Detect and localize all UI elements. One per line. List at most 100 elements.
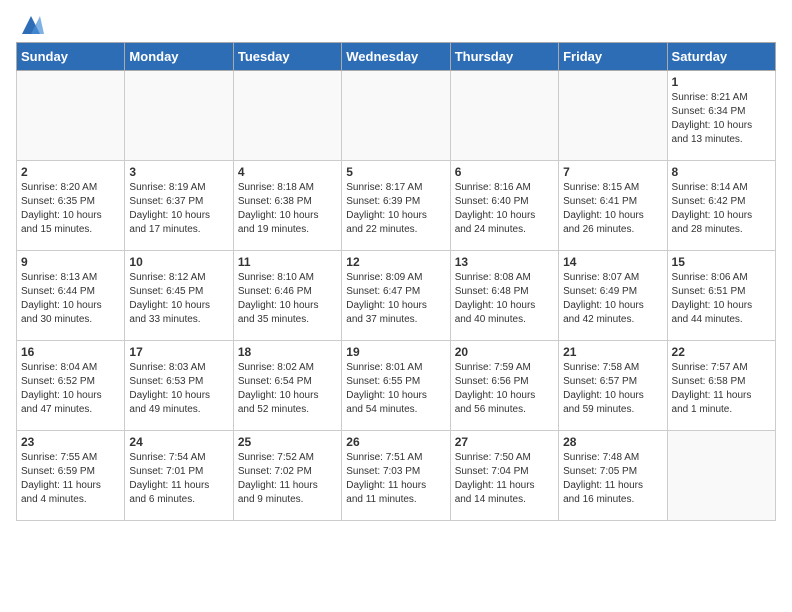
weekday-header-friday: Friday: [559, 43, 667, 71]
day-cell: 11 Sunrise: 8:10 AM Sunset: 6:46 PM Dayli…: [233, 251, 341, 341]
day-cell: [342, 71, 450, 161]
day-info: Sunrise: 8:03 AM Sunset: 6:53 PM Dayligh…: [129, 361, 228, 417]
day-cell: 8 Sunrise: 8:14 AM Sunset: 6:42 PM Daylig…: [667, 161, 775, 251]
logo: [16, 16, 44, 34]
day-cell: 19 Sunrise: 8:01 AM Sunset: 6:55 PM Dayli…: [342, 341, 450, 431]
day-info: Sunrise: 7:51 AM Sunset: 7:03 PM Dayligh…: [346, 451, 445, 507]
day-cell: 9 Sunrise: 8:13 AM Sunset: 6:44 PM Daylig…: [17, 251, 125, 341]
day-cell: [233, 71, 341, 161]
day-number: 5: [346, 165, 445, 179]
weekday-header-monday: Monday: [125, 43, 233, 71]
day-number: 17: [129, 345, 228, 359]
logo-icon: [18, 16, 44, 34]
day-number: 12: [346, 255, 445, 269]
day-cell: 21 Sunrise: 7:58 AM Sunset: 6:57 PM Dayli…: [559, 341, 667, 431]
day-number: 25: [238, 435, 337, 449]
day-cell: 15 Sunrise: 8:06 AM Sunset: 6:51 PM Dayli…: [667, 251, 775, 341]
weekday-header-tuesday: Tuesday: [233, 43, 341, 71]
day-info: Sunrise: 7:50 AM Sunset: 7:04 PM Dayligh…: [455, 451, 554, 507]
day-cell: 13 Sunrise: 8:08 AM Sunset: 6:48 PM Dayli…: [450, 251, 558, 341]
day-info: Sunrise: 8:01 AM Sunset: 6:55 PM Dayligh…: [346, 361, 445, 417]
day-number: 16: [21, 345, 120, 359]
day-cell: 23Sunrise: 7:55 AM Sunset: 6:59 PM Dayli…: [17, 431, 125, 521]
day-number: 18: [238, 345, 337, 359]
calendar-header: SundayMondayTuesdayWednesdayThursdayFrid…: [17, 43, 776, 71]
day-cell: 12 Sunrise: 8:09 AM Sunset: 6:47 PM Dayli…: [342, 251, 450, 341]
day-number: 27: [455, 435, 554, 449]
day-cell: 22Sunrise: 7:57 AM Sunset: 6:58 PM Dayli…: [667, 341, 775, 431]
day-info: Sunrise: 7:48 AM Sunset: 7:05 PM Dayligh…: [563, 451, 662, 507]
week-row-1: 1 Sunrise: 8:21 AM Sunset: 6:34 PM Daylig…: [17, 71, 776, 161]
day-cell: 16 Sunrise: 8:04 AM Sunset: 6:52 PM Dayli…: [17, 341, 125, 431]
weekday-header-thursday: Thursday: [450, 43, 558, 71]
weekday-header-saturday: Saturday: [667, 43, 775, 71]
day-cell: 26 Sunrise: 7:51 AM Sunset: 7:03 PM Dayli…: [342, 431, 450, 521]
day-info: Sunrise: 8:15 AM Sunset: 6:41 PM Dayligh…: [563, 181, 662, 237]
day-info: Sunrise: 7:59 AM Sunset: 6:56 PM Dayligh…: [455, 361, 554, 417]
day-info: Sunrise: 8:06 AM Sunset: 6:51 PM Dayligh…: [672, 271, 771, 327]
day-cell: 1 Sunrise: 8:21 AM Sunset: 6:34 PM Daylig…: [667, 71, 775, 161]
weekday-header-sunday: Sunday: [17, 43, 125, 71]
header: [16, 16, 776, 34]
day-cell: 18 Sunrise: 8:02 AM Sunset: 6:54 PM Dayli…: [233, 341, 341, 431]
day-info: Sunrise: 8:17 AM Sunset: 6:39 PM Dayligh…: [346, 181, 445, 237]
day-cell: 27 Sunrise: 7:50 AM Sunset: 7:04 PM Dayli…: [450, 431, 558, 521]
day-info: Sunrise: 7:52 AM Sunset: 7:02 PM Dayligh…: [238, 451, 337, 507]
day-number: 1: [672, 75, 771, 89]
week-row-2: 2Sunrise: 8:20 AM Sunset: 6:35 PM Daylig…: [17, 161, 776, 251]
day-info: Sunrise: 8:19 AM Sunset: 6:37 PM Dayligh…: [129, 181, 228, 237]
day-cell: 24Sunrise: 7:54 AM Sunset: 7:01 PM Dayli…: [125, 431, 233, 521]
day-number: 3: [129, 165, 228, 179]
day-info: Sunrise: 8:04 AM Sunset: 6:52 PM Dayligh…: [21, 361, 120, 417]
day-number: 8: [672, 165, 771, 179]
day-info: Sunrise: 8:10 AM Sunset: 6:46 PM Dayligh…: [238, 271, 337, 327]
weekday-header-wednesday: Wednesday: [342, 43, 450, 71]
day-number: 14: [563, 255, 662, 269]
day-cell: 20 Sunrise: 7:59 AM Sunset: 6:56 PM Dayli…: [450, 341, 558, 431]
day-cell: [450, 71, 558, 161]
day-cell: 3 Sunrise: 8:19 AM Sunset: 6:37 PM Daylig…: [125, 161, 233, 251]
day-number: 24: [129, 435, 228, 449]
day-number: 20: [455, 345, 554, 359]
day-info: Sunrise: 8:21 AM Sunset: 6:34 PM Dayligh…: [672, 91, 771, 147]
day-number: 21: [563, 345, 662, 359]
day-info: Sunrise: 8:12 AM Sunset: 6:45 PM Dayligh…: [129, 271, 228, 327]
day-info: Sunrise: 8:18 AM Sunset: 6:38 PM Dayligh…: [238, 181, 337, 237]
day-info: Sunrise: 8:08 AM Sunset: 6:48 PM Dayligh…: [455, 271, 554, 327]
day-number: 6: [455, 165, 554, 179]
day-cell: 5 Sunrise: 8:17 AM Sunset: 6:39 PM Daylig…: [342, 161, 450, 251]
day-cell: 2Sunrise: 8:20 AM Sunset: 6:35 PM Daylig…: [17, 161, 125, 251]
day-cell: 10 Sunrise: 8:12 AM Sunset: 6:45 PM Dayli…: [125, 251, 233, 341]
day-cell: 14 Sunrise: 8:07 AM Sunset: 6:49 PM Dayli…: [559, 251, 667, 341]
day-number: 22: [672, 345, 771, 359]
day-cell: [667, 431, 775, 521]
day-info: Sunrise: 8:02 AM Sunset: 6:54 PM Dayligh…: [238, 361, 337, 417]
day-info: Sunrise: 8:16 AM Sunset: 6:40 PM Dayligh…: [455, 181, 554, 237]
day-number: 10: [129, 255, 228, 269]
day-info: Sunrise: 7:55 AM Sunset: 6:59 PM Dayligh…: [21, 451, 120, 507]
day-number: 9: [21, 255, 120, 269]
calendar-body: 1 Sunrise: 8:21 AM Sunset: 6:34 PM Daylig…: [17, 71, 776, 521]
day-cell: 7 Sunrise: 8:15 AM Sunset: 6:41 PM Daylig…: [559, 161, 667, 251]
day-info: Sunrise: 8:09 AM Sunset: 6:47 PM Dayligh…: [346, 271, 445, 327]
day-number: 11: [238, 255, 337, 269]
day-number: 13: [455, 255, 554, 269]
day-info: Sunrise: 7:58 AM Sunset: 6:57 PM Dayligh…: [563, 361, 662, 417]
day-info: Sunrise: 8:14 AM Sunset: 6:42 PM Dayligh…: [672, 181, 771, 237]
day-number: 4: [238, 165, 337, 179]
day-number: 7: [563, 165, 662, 179]
day-info: Sunrise: 8:13 AM Sunset: 6:44 PM Dayligh…: [21, 271, 120, 327]
day-cell: 28 Sunrise: 7:48 AM Sunset: 7:05 PM Dayli…: [559, 431, 667, 521]
week-row-4: 16 Sunrise: 8:04 AM Sunset: 6:52 PM Dayli…: [17, 341, 776, 431]
day-number: 28: [563, 435, 662, 449]
day-cell: 17 Sunrise: 8:03 AM Sunset: 6:53 PM Dayli…: [125, 341, 233, 431]
week-row-5: 23Sunrise: 7:55 AM Sunset: 6:59 PM Dayli…: [17, 431, 776, 521]
day-number: 19: [346, 345, 445, 359]
day-cell: 4 Sunrise: 8:18 AM Sunset: 6:38 PM Daylig…: [233, 161, 341, 251]
day-info: Sunrise: 8:07 AM Sunset: 6:49 PM Dayligh…: [563, 271, 662, 327]
day-number: 15: [672, 255, 771, 269]
day-cell: [125, 71, 233, 161]
day-number: 26: [346, 435, 445, 449]
week-row-3: 9 Sunrise: 8:13 AM Sunset: 6:44 PM Daylig…: [17, 251, 776, 341]
day-cell: 6 Sunrise: 8:16 AM Sunset: 6:40 PM Daylig…: [450, 161, 558, 251]
